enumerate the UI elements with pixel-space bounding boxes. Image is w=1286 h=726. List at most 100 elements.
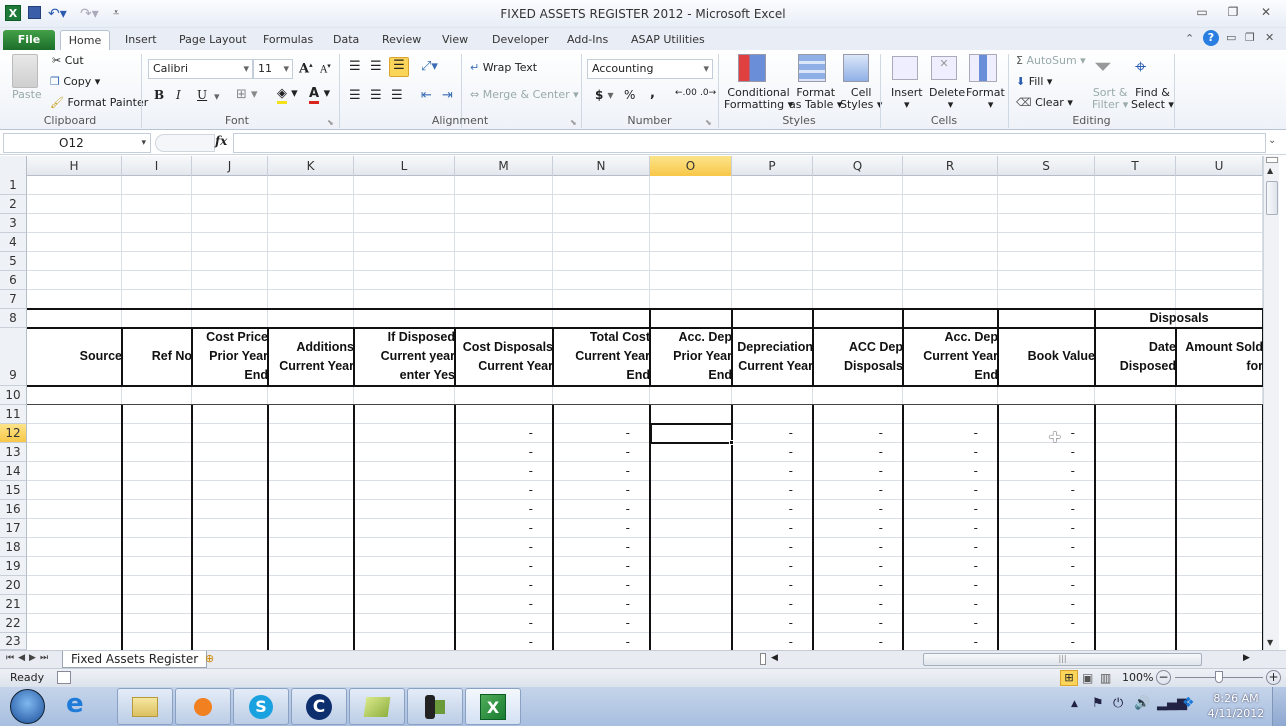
table-header-t[interactable]: Date Disposed [1095, 328, 1176, 386]
tab-review[interactable]: Review [376, 30, 427, 50]
zoom-slider-thumb[interactable] [1215, 671, 1223, 683]
minimize-icon[interactable]: ▭ [1192, 5, 1212, 21]
find-select-button[interactable]: Find & Select ▾ [1131, 87, 1174, 111]
merge-center-button[interactable]: ⇔ Merge & Center ▾ [470, 88, 579, 101]
table-cell-value[interactable]: - [813, 595, 883, 614]
row-header-6[interactable]: 6 [0, 271, 27, 290]
fill-handle[interactable] [729, 440, 734, 445]
scroll-up-icon[interactable]: ▲ [1267, 166, 1273, 175]
cut-button[interactable]: ✂ Cut [52, 54, 84, 67]
column-header-l[interactable]: L [354, 156, 455, 176]
table-cell-value[interactable]: - [732, 595, 793, 614]
help-icon[interactable]: ? [1203, 30, 1219, 46]
row-header-23[interactable]: 23 [0, 633, 27, 650]
font-size-select[interactable]: 11 ▾ [253, 59, 293, 79]
table-cell-value[interactable]: - [998, 424, 1075, 443]
wrap-text-button[interactable]: ↵ Wrap Text [470, 61, 537, 74]
row-header-9[interactable]: 9 [0, 328, 27, 386]
insert-cells-button[interactable]: Insert ▾ [891, 87, 923, 111]
shrink-font-button[interactable]: A▾ [320, 62, 331, 75]
insert-function-button[interactable]: fx [215, 134, 227, 148]
table-header-r[interactable]: Acc. Dep Current Year End [903, 328, 998, 386]
tab-home[interactable]: Home [60, 30, 110, 50]
tab-asap-utilities[interactable]: ASAP Utilities [625, 30, 711, 50]
power-icon[interactable]: ⏻ [1113, 696, 1123, 711]
column-header-p[interactable]: P [732, 156, 813, 176]
copy-button[interactable]: ❐ Copy ▾ [50, 75, 100, 88]
table-header-j[interactable]: Cost Price Prior Year End [192, 328, 268, 386]
table-cell-value[interactable]: - [732, 500, 793, 519]
media-player-icon[interactable] [175, 688, 231, 725]
underline-button[interactable]: U [197, 88, 207, 102]
decrease-indent-button[interactable]: ⇤ [421, 88, 432, 103]
doc-restore-icon[interactable]: ❐ [1245, 31, 1255, 44]
table-cell-value[interactable]: - [998, 576, 1075, 595]
sheet-nav-icons[interactable]: ⏮◀▶⏭ [6, 653, 52, 663]
row-header-2[interactable]: 2 [0, 195, 27, 214]
table-cell-value[interactable]: - [813, 424, 883, 443]
table-cell-value[interactable]: - [813, 557, 883, 576]
macro-record-icon[interactable] [57, 671, 71, 684]
formula-bar-splitter[interactable] [155, 134, 215, 152]
vertical-scrollbar[interactable]: ▲ ▼ [1263, 156, 1279, 650]
column-header-s[interactable]: S [998, 156, 1095, 176]
table-cell-value[interactable]: - [732, 481, 793, 500]
table-header-n[interactable]: Total Cost Current Year End [553, 328, 650, 386]
page-layout-view-button[interactable]: ▣ [1082, 671, 1093, 685]
alignment-dialog-launcher-icon[interactable]: ⬊ [570, 118, 577, 127]
zoom-level[interactable]: 100% [1122, 671, 1153, 684]
column-header-m[interactable]: M [455, 156, 553, 176]
row-header-12[interactable]: 12 [0, 424, 27, 443]
tab-page-layout[interactable]: Page Layout [173, 30, 253, 50]
currency-button[interactable]: $ ▾ [595, 88, 614, 102]
page-break-view-button[interactable]: ▥ [1100, 671, 1111, 685]
horizontal-scroll-thumb[interactable]: ||| [923, 653, 1202, 666]
name-box[interactable]: O12 ▾ [3, 133, 151, 153]
autosum-button[interactable]: Σ AutoSum ▾ [1016, 54, 1086, 67]
cell-styles-button[interactable]: Cell Styles ▾ [840, 87, 882, 111]
table-cell-value[interactable]: - [732, 462, 793, 481]
insert-sheet-icon[interactable]: ⊕ [205, 652, 225, 667]
number-format-select[interactable]: Accounting ▾ [587, 59, 713, 79]
percent-button[interactable]: % [624, 88, 635, 102]
column-header-o[interactable]: O [650, 156, 732, 176]
tab-insert[interactable]: Insert [119, 30, 163, 50]
table-cell-value[interactable]: - [553, 462, 630, 481]
row-header-10[interactable]: 10 [0, 386, 27, 405]
table-cell-value[interactable]: - [732, 538, 793, 557]
format-cells-button[interactable]: Format ▾ [966, 87, 1005, 111]
file-explorer-icon[interactable] [117, 688, 173, 725]
scroll-down-icon[interactable]: ▼ [1267, 638, 1273, 647]
doc-minimize-icon[interactable]: ▭ [1226, 31, 1236, 44]
table-cell-value[interactable]: - [553, 595, 630, 614]
table-cell-value[interactable]: - [998, 538, 1075, 557]
table-cell-value[interactable]: - [998, 519, 1075, 538]
excel-taskbar-icon[interactable]: X [465, 688, 521, 725]
table-cell-value[interactable]: - [813, 443, 883, 462]
paste-icon[interactable] [12, 54, 38, 88]
table-header-s[interactable]: Book Value [998, 328, 1095, 386]
restore-icon[interactable]: ❐ [1223, 5, 1243, 21]
action-center-flag-icon[interactable]: ⚑ [1092, 696, 1104, 711]
table-cell-value[interactable]: - [998, 500, 1075, 519]
column-header-h[interactable]: H [27, 156, 122, 176]
table-header-h[interactable]: Source [27, 328, 122, 386]
clear-button[interactable]: ⌫ Clear ▾ [1016, 96, 1073, 109]
vertical-scroll-thumb[interactable] [1266, 181, 1278, 215]
table-cell-value[interactable]: - [553, 443, 630, 462]
table-cell-value[interactable]: - [455, 519, 533, 538]
scroll-right-icon[interactable]: ▶ [1243, 653, 1250, 663]
zoom-in-button[interactable]: + [1266, 670, 1281, 685]
column-header-i[interactable]: I [122, 156, 192, 176]
align-center-button[interactable]: ☰ [370, 88, 382, 103]
align-bottom-button[interactable]: ☰ [389, 57, 409, 77]
column-header-u[interactable]: U [1176, 156, 1263, 176]
table-cell-value[interactable]: - [553, 424, 630, 443]
column-header-n[interactable]: N [553, 156, 650, 176]
bold-button[interactable]: B [154, 88, 164, 102]
tab-add-ins[interactable]: Add-Ins [561, 30, 614, 50]
row-header-11[interactable]: 11 [0, 405, 27, 424]
show-hidden-icons[interactable]: ▲ [1071, 699, 1078, 709]
table-cell-value[interactable]: - [998, 481, 1075, 500]
table-cell-value[interactable]: - [732, 557, 793, 576]
